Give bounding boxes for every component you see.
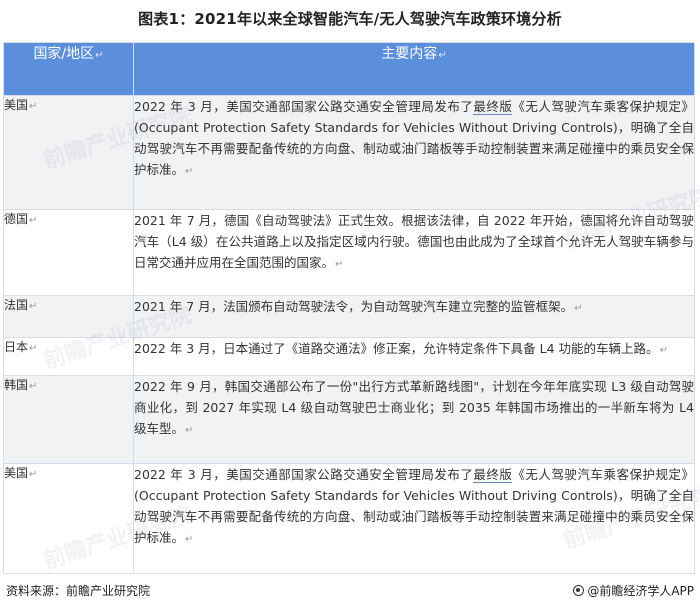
table-row: 美国↵ 2022 年 3 月，美国交通部国家公路交通安全管理局发布了最终版《无人驾… [3,95,695,210]
country-cell: 德国↵ [3,209,134,296]
content-cell: 2022 年 3 月，美国交通部国家公路交通安全管理局发布了最终版《无人驾驶汽车… [133,95,695,210]
country-cell: 美国↵ [3,95,134,210]
header-country: 国家/地区↵ [3,42,134,96]
content-cell: 2021 年 7 月，德国《自动驾驶法》正式生效。根据该法律，自 2022 年开… [133,209,695,296]
brand-credit: @前瞻经济学人APP [573,582,694,599]
content-cell: 2022 年 3 月，美国交通部国家公路交通安全管理局发布了最终版《无人驾驶汽车… [133,463,695,574]
header-content: 主要内容↵ [133,42,695,96]
country-cell: 日本↵ [3,337,134,376]
table-row: 日本↵ 2022 年 3 月，日本通过了《道路交通法》修正案，允许特定条件下具备 … [3,337,695,376]
source-note: 资料来源：前瞻产业研究院 [6,584,151,598]
table-row: 德国↵ 2021 年 7 月，德国《自动驾驶法》正式生效。根据该法律，自 2022… [3,209,695,296]
table-row: 美国↵ 2022 年 3 月，美国交通部国家公路交通安全管理局发布了最终版《无人驾… [3,463,695,574]
country-cell: 美国↵ [3,463,134,574]
country-cell: 韩国↵ [3,375,134,464]
content-cell: 2021 年 7 月，法国颁布自动驾驶法令，为自动驾驶汽车建立完整的监管框架。↵ [133,295,695,338]
country-cell: 法国↵ [3,295,134,338]
content-cell: 2022 年 3 月，日本通过了《道路交通法》修正案，允许特定条件下具备 L4 … [133,337,695,376]
content-cell: 2022 年 9 月，韩国交通部公布了一份"出行方式革新路线图"，计划在今年年底… [133,375,695,464]
table-row: 法国↵ 2021 年 7 月，法国颁布自动驾驶法令，为自动驾驶汽车建立完整的监管框… [3,295,695,338]
table-row: 韩国↵ 2022 年 9 月，韩国交通部公布了一份"出行方式革新路线图"，计划在今… [3,375,695,464]
brand-logo-icon [573,585,585,596]
table-header-row: 国家/地区↵ 主要内容↵ [3,42,695,96]
policy-table: 国家/地区↵ 主要内容↵ 美国↵ 2022 年 3 月，美国交通部国家公路交通安全… [3,42,695,574]
figure-title: 图表1：2021年以来全球智能汽车/无人驾驶汽车政策环境分析 [138,10,562,28]
